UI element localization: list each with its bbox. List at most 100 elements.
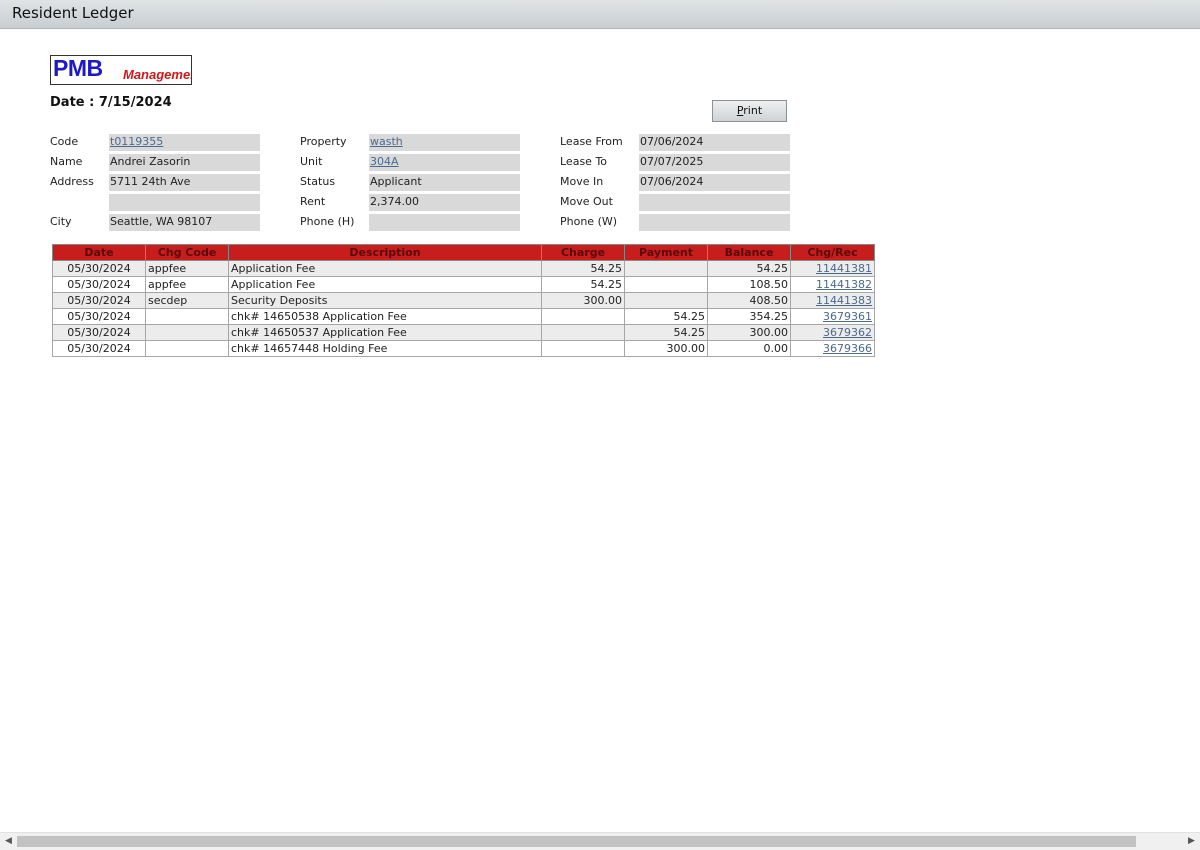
lease-to-field: 07/07/2025 xyxy=(639,154,790,171)
move-in-field: 07/06/2024 xyxy=(639,174,790,191)
col-header-payment: Payment xyxy=(624,244,708,261)
move-out-label: Move Out xyxy=(560,195,613,208)
col-header-description: Description xyxy=(228,244,542,261)
col-header-date: Date xyxy=(52,244,146,261)
cell-chg-rec: 11441383 xyxy=(790,292,875,309)
address-label: Address xyxy=(50,175,94,188)
cell-chg-code xyxy=(145,308,229,325)
window-title: Resident Ledger xyxy=(12,4,134,22)
cell-description: Application Fee xyxy=(228,276,542,293)
phone-home-label: Phone (H) xyxy=(300,215,355,228)
table-row: 05/30/2024 appfee Application Fee 54.25 … xyxy=(52,276,875,293)
col-header-balance: Balance xyxy=(707,244,791,261)
cell-chg-code: appfee xyxy=(145,276,229,293)
move-in-label: Move In xyxy=(560,175,604,188)
print-label-rest: rint xyxy=(743,104,763,117)
cell-payment xyxy=(624,276,708,293)
logo-main-text: PMB xyxy=(53,55,103,81)
unit-link[interactable]: 304A xyxy=(370,155,399,168)
col-header-chg-rec: Chg/Rec xyxy=(790,244,875,261)
print-button[interactable]: Print xyxy=(712,100,787,122)
cell-chg-rec: 3679362 xyxy=(790,324,875,341)
cell-description: chk# 14650538 Application Fee xyxy=(228,308,542,325)
cell-description: Security Deposits xyxy=(228,292,542,309)
cell-chg-code xyxy=(145,324,229,341)
chg-rec-link[interactable]: 11441381 xyxy=(816,262,872,275)
status-label: Status xyxy=(300,175,336,188)
code-label: Code xyxy=(50,135,79,148)
cell-balance: 54.25 xyxy=(707,260,791,277)
property-label: Property xyxy=(300,135,347,148)
code-field: t0119355 xyxy=(109,134,260,151)
cell-date: 05/30/2024 xyxy=(52,308,146,325)
property-link[interactable]: wasth xyxy=(370,135,403,148)
logo-sub-text: Management xyxy=(123,67,191,82)
chg-rec-link[interactable]: 3679362 xyxy=(823,326,872,339)
cell-chg-code xyxy=(145,340,229,357)
lease-from-label: Lease From xyxy=(560,135,623,148)
table-row: 05/30/2024 chk# 14657448 Holding Fee 300… xyxy=(52,340,875,357)
code-link[interactable]: t0119355 xyxy=(110,135,163,148)
name-label: Name xyxy=(50,155,83,168)
scroll-right-arrow-icon[interactable]: ▶ xyxy=(1183,833,1200,850)
cell-description: chk# 14650537 Application Fee xyxy=(228,324,542,341)
cell-chg-rec: 3679366 xyxy=(790,340,875,357)
city-label: City xyxy=(50,215,72,228)
table-row: 05/30/2024 appfee Application Fee 54.25 … xyxy=(52,260,875,277)
table-row: 05/30/2024 secdep Security Deposits 300.… xyxy=(52,292,875,309)
cell-charge: 300.00 xyxy=(541,292,625,309)
cell-payment xyxy=(624,292,708,309)
cell-description: Application Fee xyxy=(228,260,542,277)
cell-balance: 108.50 xyxy=(707,276,791,293)
cell-date: 05/30/2024 xyxy=(52,324,146,341)
move-out-field xyxy=(639,194,790,211)
city-field: Seattle, WA 98107 xyxy=(109,214,260,231)
cell-balance: 300.00 xyxy=(707,324,791,341)
phone-work-field xyxy=(639,214,790,231)
unit-label: Unit xyxy=(300,155,323,168)
cell-charge xyxy=(541,340,625,357)
cell-chg-rec: 3679361 xyxy=(790,308,875,325)
lease-to-label: Lease To xyxy=(560,155,608,168)
scroll-left-arrow-icon[interactable]: ◀ xyxy=(0,833,17,850)
scrollbar-thumb[interactable] xyxy=(17,836,1136,847)
chg-rec-link[interactable]: 3679366 xyxy=(823,342,872,355)
horizontal-scrollbar[interactable]: ◀ ▶ xyxy=(0,832,1200,850)
cell-charge: 54.25 xyxy=(541,276,625,293)
chg-rec-link[interactable]: 11441382 xyxy=(816,278,872,291)
phone-work-label: Phone (W) xyxy=(560,215,618,228)
address-field: 5711 24th Ave xyxy=(109,174,260,191)
company-logo: PMB Management xyxy=(50,55,192,85)
cell-description: chk# 14657448 Holding Fee xyxy=(228,340,542,357)
report-date: Date : 7/15/2024 xyxy=(50,95,172,110)
cell-charge xyxy=(541,324,625,341)
cell-payment xyxy=(624,260,708,277)
cell-chg-code: appfee xyxy=(145,260,229,277)
ledger-table: Date Chg Code Description Charge Payment… xyxy=(52,244,875,357)
cell-date: 05/30/2024 xyxy=(52,260,146,277)
cell-charge: 54.25 xyxy=(541,260,625,277)
name-field: Andrei Zasorin xyxy=(109,154,260,171)
address2-field xyxy=(109,194,260,211)
ledger-header-row: Date Chg Code Description Charge Payment… xyxy=(52,244,875,261)
cell-balance: 354.25 xyxy=(707,308,791,325)
cell-balance: 0.00 xyxy=(707,340,791,357)
cell-chg-rec: 11441381 xyxy=(790,260,875,277)
window-titlebar: Resident Ledger xyxy=(0,0,1200,29)
status-field: Applicant xyxy=(369,174,520,191)
lease-from-field: 07/06/2024 xyxy=(639,134,790,151)
cell-date: 05/30/2024 xyxy=(52,276,146,293)
cell-chg-code: secdep xyxy=(145,292,229,309)
cell-payment: 300.00 xyxy=(624,340,708,357)
rent-label: Rent xyxy=(300,195,326,208)
table-row: 05/30/2024 chk# 14650537 Application Fee… xyxy=(52,324,875,341)
cell-balance: 408.50 xyxy=(707,292,791,309)
cell-charge xyxy=(541,308,625,325)
property-field: wasth xyxy=(369,134,520,151)
chg-rec-link[interactable]: 3679361 xyxy=(823,310,872,323)
chg-rec-link[interactable]: 11441383 xyxy=(816,294,872,307)
table-row: 05/30/2024 chk# 14650538 Application Fee… xyxy=(52,308,875,325)
cell-payment: 54.25 xyxy=(624,308,708,325)
rent-field: 2,374.00 xyxy=(369,194,520,211)
unit-field: 304A xyxy=(369,154,520,171)
